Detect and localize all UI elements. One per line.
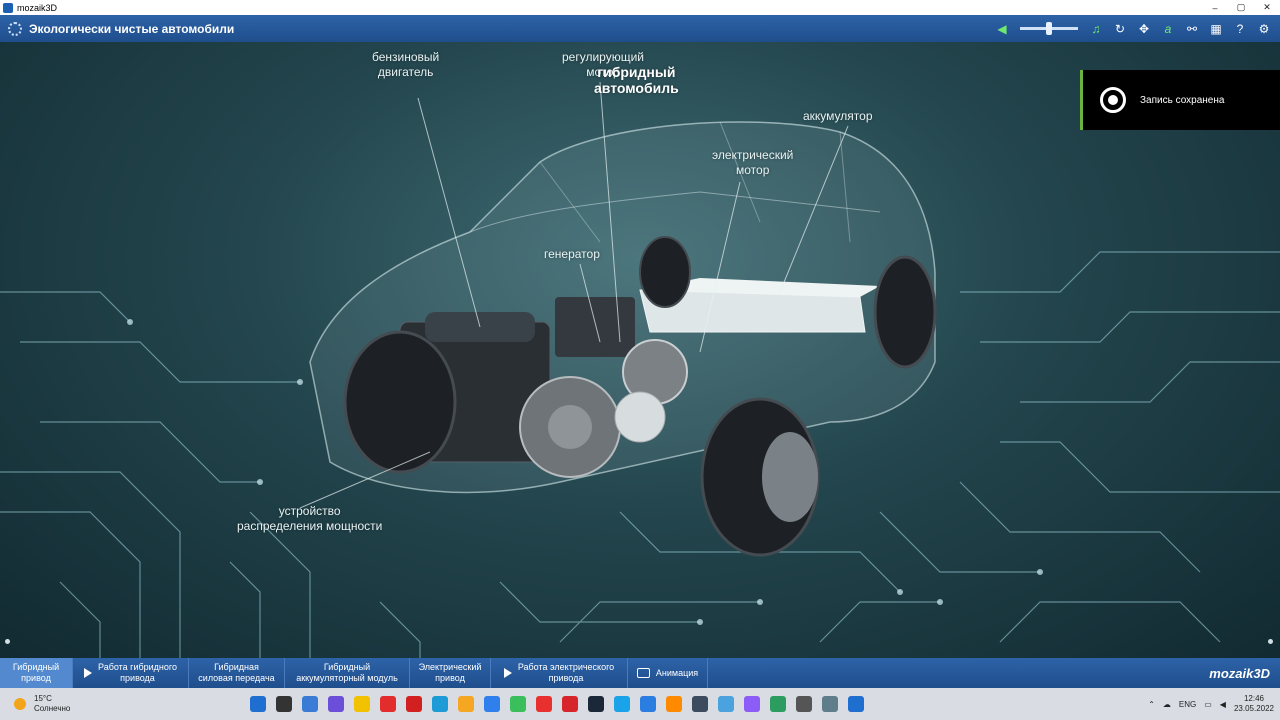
taskbar-app-icon[interactable] (250, 696, 266, 712)
toast-text: Запись сохранена (1140, 94, 1225, 106)
taskbar-app-icon[interactable] (276, 696, 292, 712)
weather-text: Солнечно (34, 704, 71, 713)
move-icon[interactable]: ✥ (1136, 21, 1152, 37)
taskbar-app-icon[interactable] (432, 696, 448, 712)
taskbar: 15°C Солнечно ⌃ ☁ ENG ▭ ◀ 12:46 23.05.20… (0, 688, 1280, 720)
lang-indicator[interactable]: ENG (1179, 700, 1196, 709)
taskbar-app-icon[interactable] (744, 696, 760, 712)
tab-hybrid-drive[interactable]: Гибридный привод (0, 658, 73, 688)
volume-slider-thumb[interactable] (1046, 22, 1052, 35)
cloud-icon[interactable]: ☁ (1163, 700, 1171, 709)
grid-icon[interactable]: ▦ (1208, 21, 1224, 37)
network-icon[interactable]: ▭ (1204, 700, 1212, 709)
play-icon (503, 668, 512, 678)
scene-illustration (0, 81, 1280, 658)
text-icon[interactable]: a (1160, 21, 1176, 37)
speaker-icon[interactable]: ◀ (994, 21, 1010, 37)
system-tray: ⌃ ☁ ENG ▭ ◀ 12:46 23.05.2022 (1148, 688, 1274, 720)
app-icon (3, 2, 13, 13)
taskbar-app-icon[interactable] (562, 696, 578, 712)
taskbar-app-icon[interactable] (822, 696, 838, 712)
taskbar-app-icon[interactable] (614, 696, 630, 712)
taskbar-app-icon[interactable] (380, 696, 396, 712)
help-icon[interactable]: ? (1232, 21, 1248, 37)
volume-slider[interactable] (1020, 22, 1078, 35)
maximize-button[interactable]: ▢ (1228, 0, 1254, 15)
scroll-right-dot[interactable] (1268, 639, 1273, 644)
tab-label: Гибридный привод (12, 662, 60, 683)
close-button[interactable]: ✕ (1254, 0, 1280, 15)
sun-icon (14, 698, 26, 710)
clock[interactable]: 12:46 23.05.2022 (1234, 694, 1274, 714)
clock-date: 23.05.2022 (1233, 704, 1274, 713)
label-electric-motor[interactable]: электрический мотор (712, 148, 793, 178)
label-engine[interactable]: бензиновый двигатель (372, 50, 439, 80)
label-power-split-text: устройство распределения мощности (237, 504, 383, 533)
3d-scene[interactable]: бензиновый двигатель регулирующий мотор … (0, 42, 1280, 658)
weather-widget[interactable]: 15°C Солнечно (14, 694, 134, 714)
label-hybrid-car-text: гибридный автомобиль (594, 64, 679, 96)
taskbar-apps (250, 688, 864, 720)
taskbar-app-icon[interactable] (510, 696, 526, 712)
label-generator[interactable]: генератор (544, 247, 600, 262)
taskbar-app-icon[interactable] (458, 696, 474, 712)
clock-time: 12:46 (1243, 694, 1264, 703)
brand-logo: mozaik3D (1209, 665, 1270, 681)
reload-icon[interactable]: ↻ (1112, 21, 1128, 37)
taskbar-app-icon[interactable] (640, 696, 656, 712)
tab-hybrid-battery-module[interactable]: Гибридный аккумуляторный модуль (285, 658, 410, 688)
taskbar-app-icon[interactable] (718, 696, 734, 712)
toast-notification[interactable]: Запись сохранена (1080, 70, 1280, 130)
minimize-button[interactable]: – (1202, 0, 1228, 15)
label-electric-motor-text: электрический мотор (712, 148, 794, 177)
chevron-up-icon[interactable]: ⌃ (1148, 700, 1155, 709)
tab-hybrid-powertrain[interactable]: Гибридная силовая передача (189, 658, 285, 688)
tab-label: Гибридная силовая передача (198, 662, 275, 683)
taskbar-app-icon[interactable] (302, 696, 318, 712)
taskbar-app-icon[interactable] (328, 696, 344, 712)
tab-label: Работа гибридного привода (97, 662, 177, 683)
taskbar-app-icon[interactable] (484, 696, 500, 712)
tab-animation[interactable]: Анимация (628, 658, 708, 688)
taskbar-app-icon[interactable] (666, 696, 682, 712)
taskbar-app-icon[interactable] (796, 696, 812, 712)
music-icon[interactable]: ♫ (1088, 21, 1104, 37)
label-battery-text: аккумулятор (803, 109, 873, 123)
tab-electric-drive-operation[interactable]: Работа электрического привода (491, 658, 628, 688)
taskbar-app-icon[interactable] (536, 696, 552, 712)
taskbar-app-icon[interactable] (692, 696, 708, 712)
record-icon (1100, 87, 1126, 113)
label-power-split[interactable]: устройство распределения мощности (237, 504, 382, 534)
volume-icon[interactable]: ◀ (1220, 700, 1226, 709)
tab-electric-drive[interactable]: Электрический привод (410, 658, 491, 688)
page-title: Экологически чистые автомобили (29, 21, 235, 36)
tab-label: Гибридный аккумуляторный модуль (296, 662, 398, 683)
link-icon[interactable]: ⚯ (1184, 21, 1200, 37)
animation-icon (636, 668, 650, 678)
taskbar-app-icon[interactable] (354, 696, 370, 712)
play-icon (83, 668, 92, 678)
label-battery[interactable]: аккумулятор (803, 109, 873, 124)
taskbar-app-icon[interactable] (588, 696, 604, 712)
app-header: Экологически чистые автомобили ◀ ♫ ↻ ✥ a… (0, 15, 1280, 42)
scroll-left-dot[interactable] (5, 639, 10, 644)
tab-label: Анимация (655, 667, 699, 678)
settings-icon[interactable]: ⚙ (1256, 21, 1272, 37)
weather-temp: 15°C (34, 694, 52, 703)
taskbar-app-icon[interactable] (770, 696, 786, 712)
label-generator-text: генератор (544, 247, 600, 261)
window-title: mozaik3D (17, 2, 58, 13)
loading-icon (8, 21, 22, 36)
tab-label: Электрический привод (418, 662, 482, 683)
taskbar-app-icon[interactable] (406, 696, 422, 712)
label-hybrid-car[interactable]: гибридный автомобиль (594, 64, 679, 96)
tab-hybrid-drive-operation[interactable]: Работа гибридного привода (73, 658, 189, 688)
label-engine-text: бензиновый двигатель (372, 50, 440, 79)
window-titlebar: mozaik3D – ▢ ✕ (0, 0, 1280, 15)
tab-label: Работа электрического привода (517, 662, 615, 683)
bottom-navigation: Гибридный привод Работа гибридного приво… (0, 658, 1280, 688)
taskbar-app-icon[interactable] (848, 696, 864, 712)
